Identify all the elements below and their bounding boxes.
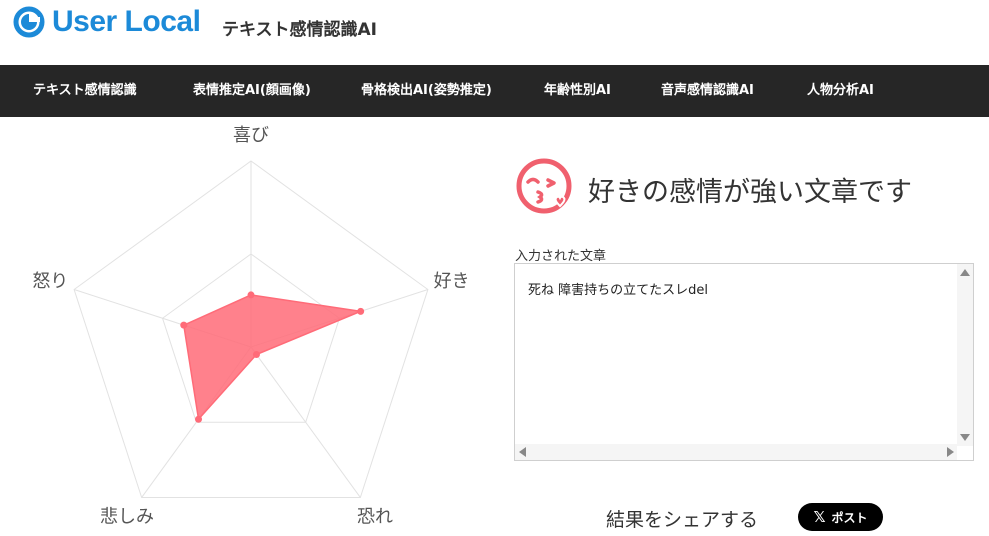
- radar-svg: 喜び好き恐れ 悲しみ 怒り: [32, 125, 470, 528]
- brand-name: User Local: [52, 5, 201, 38]
- emotion-radar-chart: 喜び好き恐れ 悲しみ 怒り: [0, 117, 495, 536]
- nav-item-age-gender[interactable]: 年齢性別AI: [544, 65, 611, 117]
- horizontal-scrollbar[interactable]: [515, 444, 957, 460]
- radar-axis-label: 悲しみ: [100, 507, 154, 528]
- nav-item-face-expression[interactable]: 表情推定AI(顔画像): [193, 65, 311, 117]
- nav-item-text-emotion[interactable]: テキスト感情認識: [33, 65, 137, 117]
- radar-value-area: [182, 294, 364, 421]
- nav-item-pose-estimation[interactable]: 骨格検出AI(姿勢推定): [361, 65, 492, 117]
- nav-item-voice-emotion[interactable]: 音声感情認識AI: [661, 65, 754, 117]
- x-post-button[interactable]: 𝕏 ポスト: [798, 503, 883, 531]
- user-local-logo-icon: [13, 6, 45, 38]
- vertical-scrollbar[interactable]: [957, 264, 973, 446]
- radar-axis-label: 好き: [434, 271, 470, 292]
- post-button-label: ポスト: [831, 510, 868, 525]
- input-textarea[interactable]: 死ね 障害持ちの立てたスレdel: [514, 263, 974, 461]
- radar-data-point: [357, 307, 365, 315]
- kissing-face-icon: [516, 158, 572, 214]
- radar-data-point: [247, 291, 255, 299]
- input-text-value: 死ね 障害持ちの立てたスレdel: [528, 283, 708, 298]
- radar-axis-label: 恐れ: [357, 507, 393, 528]
- radar-data-point: [195, 415, 203, 423]
- nav-item-person-analysis[interactable]: 人物分析AI: [807, 65, 874, 117]
- header: User Local テキスト感情認識AI: [0, 0, 989, 65]
- user-local-logo[interactable]: User Local: [12, 5, 201, 39]
- main-nav: テキスト感情認識 表情推定AI(顔画像) 骨格検出AI(姿勢推定) 年齢性別AI…: [0, 65, 989, 117]
- share-label: 結果をシェアする: [606, 509, 759, 531]
- x-logo-icon: 𝕏: [813, 508, 826, 526]
- scroll-down-arrow-icon[interactable]: [960, 434, 970, 441]
- radar-data-point: [180, 321, 188, 329]
- scroll-right-arrow-icon[interactable]: [947, 447, 954, 457]
- scroll-up-arrow-icon[interactable]: [960, 269, 970, 276]
- result-title: 好きの感情が強い文章です: [588, 177, 912, 208]
- scroll-left-arrow-icon[interactable]: [519, 447, 526, 457]
- radar-axis-label: 怒り: [32, 271, 68, 292]
- radar-data-point: [252, 351, 260, 359]
- radar-axis-label: 喜び: [233, 125, 269, 146]
- app-title: テキスト感情認識AI: [222, 20, 377, 40]
- input-label: 入力された文章: [515, 249, 607, 264]
